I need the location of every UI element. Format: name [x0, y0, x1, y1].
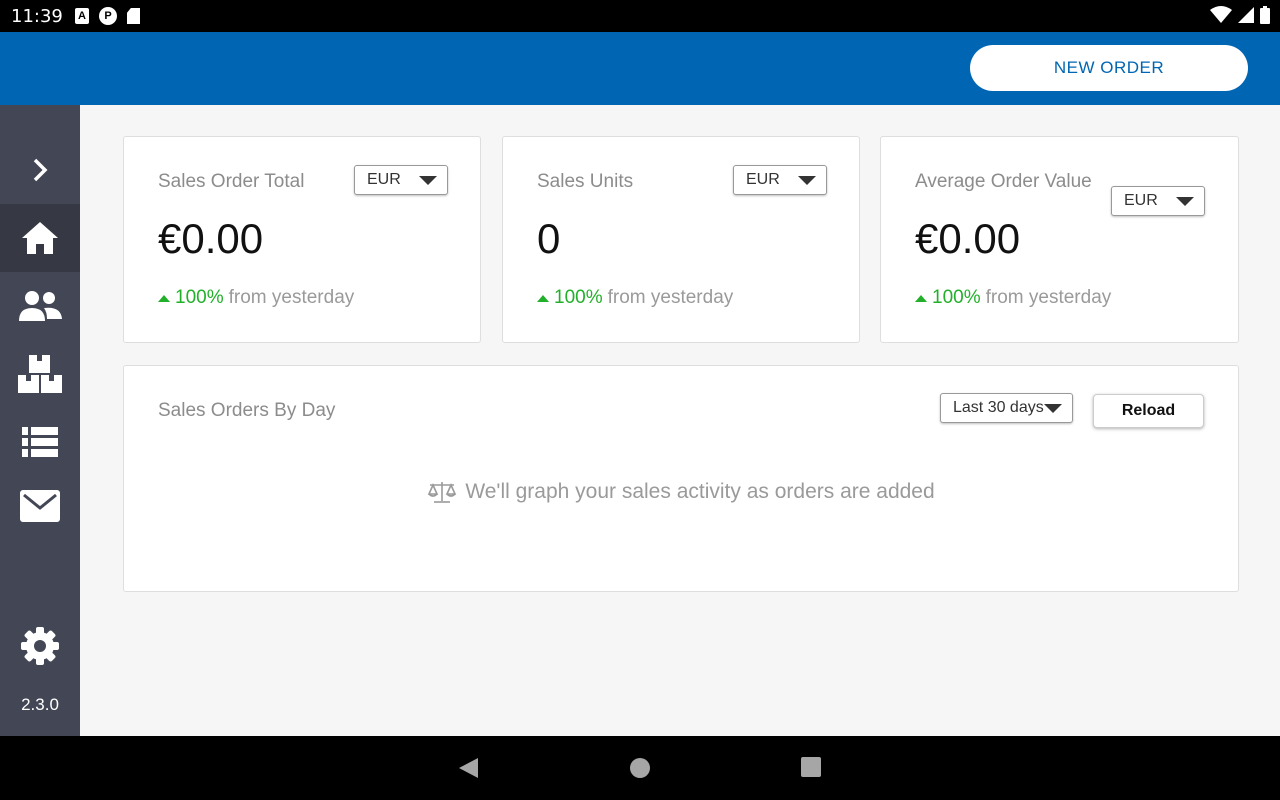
- card-title: Average Order Value: [915, 171, 1092, 192]
- signal-icon: [1238, 7, 1254, 23]
- sidebar-expand[interactable]: [0, 136, 80, 204]
- android-nav-bar: [0, 736, 1280, 800]
- mail-icon: [20, 490, 60, 522]
- card-title: Sales Units: [537, 171, 634, 192]
- card-delta: 100% from yesterday: [915, 287, 1111, 309]
- card-value: €0.00: [158, 215, 264, 262]
- date-range-value: Last 30 days: [953, 399, 1044, 416]
- currency-value: EUR: [746, 171, 780, 188]
- arrow-up-icon: [915, 295, 927, 302]
- sidebar-item-settings[interactable]: [0, 612, 80, 680]
- empty-chart-message: We'll graph your sales activity as order…: [124, 480, 1238, 504]
- sales-units-card: Sales Units EUR 0 100% from yesterday: [502, 136, 860, 343]
- sidebar-item-customers[interactable]: [0, 272, 80, 340]
- balance-scale-icon: [428, 482, 457, 503]
- battery-icon: [1260, 6, 1270, 24]
- currency-select[interactable]: EUR: [1111, 186, 1205, 216]
- card-value: €0.00: [915, 215, 1021, 262]
- p-notification-icon: P: [99, 7, 117, 25]
- arrow-up-icon: [537, 295, 549, 302]
- status-time: 11:39: [11, 6, 63, 27]
- back-icon[interactable]: [456, 756, 480, 780]
- wifi-icon: [1210, 6, 1232, 23]
- delta-percent: 100%: [175, 287, 224, 308]
- caret-down-icon: [419, 176, 437, 185]
- caret-down-icon: [1176, 197, 1194, 206]
- delta-text: from yesterday: [985, 287, 1112, 308]
- sidebar-item-products[interactable]: [0, 340, 80, 408]
- caret-down-icon: [798, 176, 816, 185]
- empty-message-text: We'll graph your sales activity as order…: [465, 480, 935, 503]
- status-notifications: A P: [75, 7, 140, 25]
- delta-percent: 100%: [932, 287, 981, 308]
- app-version: 2.3.0: [21, 695, 59, 714]
- panel-title: Sales Orders By Day: [158, 400, 336, 421]
- chevron-right-icon: [33, 158, 48, 182]
- sales-order-total-card: Sales Order Total EUR €0.00 100% from ye…: [123, 136, 481, 343]
- status-system-icons: [1210, 6, 1270, 24]
- delta-text: from yesterday: [228, 287, 355, 308]
- card-delta: 100% from yesterday: [537, 287, 733, 309]
- sidebar-item-home[interactable]: [0, 204, 80, 272]
- date-range-select[interactable]: Last 30 days: [940, 393, 1073, 423]
- recents-icon[interactable]: [800, 756, 822, 778]
- customers-icon: [19, 291, 62, 321]
- gear-icon: [21, 627, 59, 665]
- products-icon: [18, 355, 62, 393]
- arrow-up-icon: [158, 295, 170, 302]
- a-notification-icon: A: [75, 8, 89, 24]
- sd-card-icon: [127, 8, 140, 24]
- sidebar-item-messages[interactable]: [0, 472, 80, 540]
- top-app-bar: NEW ORDER: [0, 32, 1280, 105]
- new-order-button[interactable]: NEW ORDER: [970, 45, 1248, 91]
- delta-percent: 100%: [554, 287, 603, 308]
- average-order-value-card: Average Order Value EUR €0.00 100% from …: [880, 136, 1239, 343]
- orders-list-icon: [22, 427, 58, 457]
- sales-orders-by-day-panel: Sales Orders By Day Last 30 days Reload …: [123, 365, 1239, 592]
- sidebar-item-orders[interactable]: [0, 408, 80, 476]
- currency-select[interactable]: EUR: [354, 165, 448, 195]
- caret-down-icon: [1044, 404, 1062, 413]
- currency-value: EUR: [1124, 192, 1158, 209]
- status-bar: 11:39 A P: [0, 0, 1280, 32]
- reload-button[interactable]: Reload: [1093, 394, 1204, 428]
- card-delta: 100% from yesterday: [158, 287, 354, 309]
- card-title: Sales Order Total: [158, 171, 305, 192]
- currency-value: EUR: [367, 171, 401, 188]
- currency-select[interactable]: EUR: [733, 165, 827, 195]
- card-value: 0: [537, 215, 561, 262]
- delta-text: from yesterday: [607, 287, 734, 308]
- home-circle-icon[interactable]: [629, 756, 651, 778]
- home-icon: [22, 222, 58, 254]
- sidebar: 2.3.0: [0, 105, 80, 736]
